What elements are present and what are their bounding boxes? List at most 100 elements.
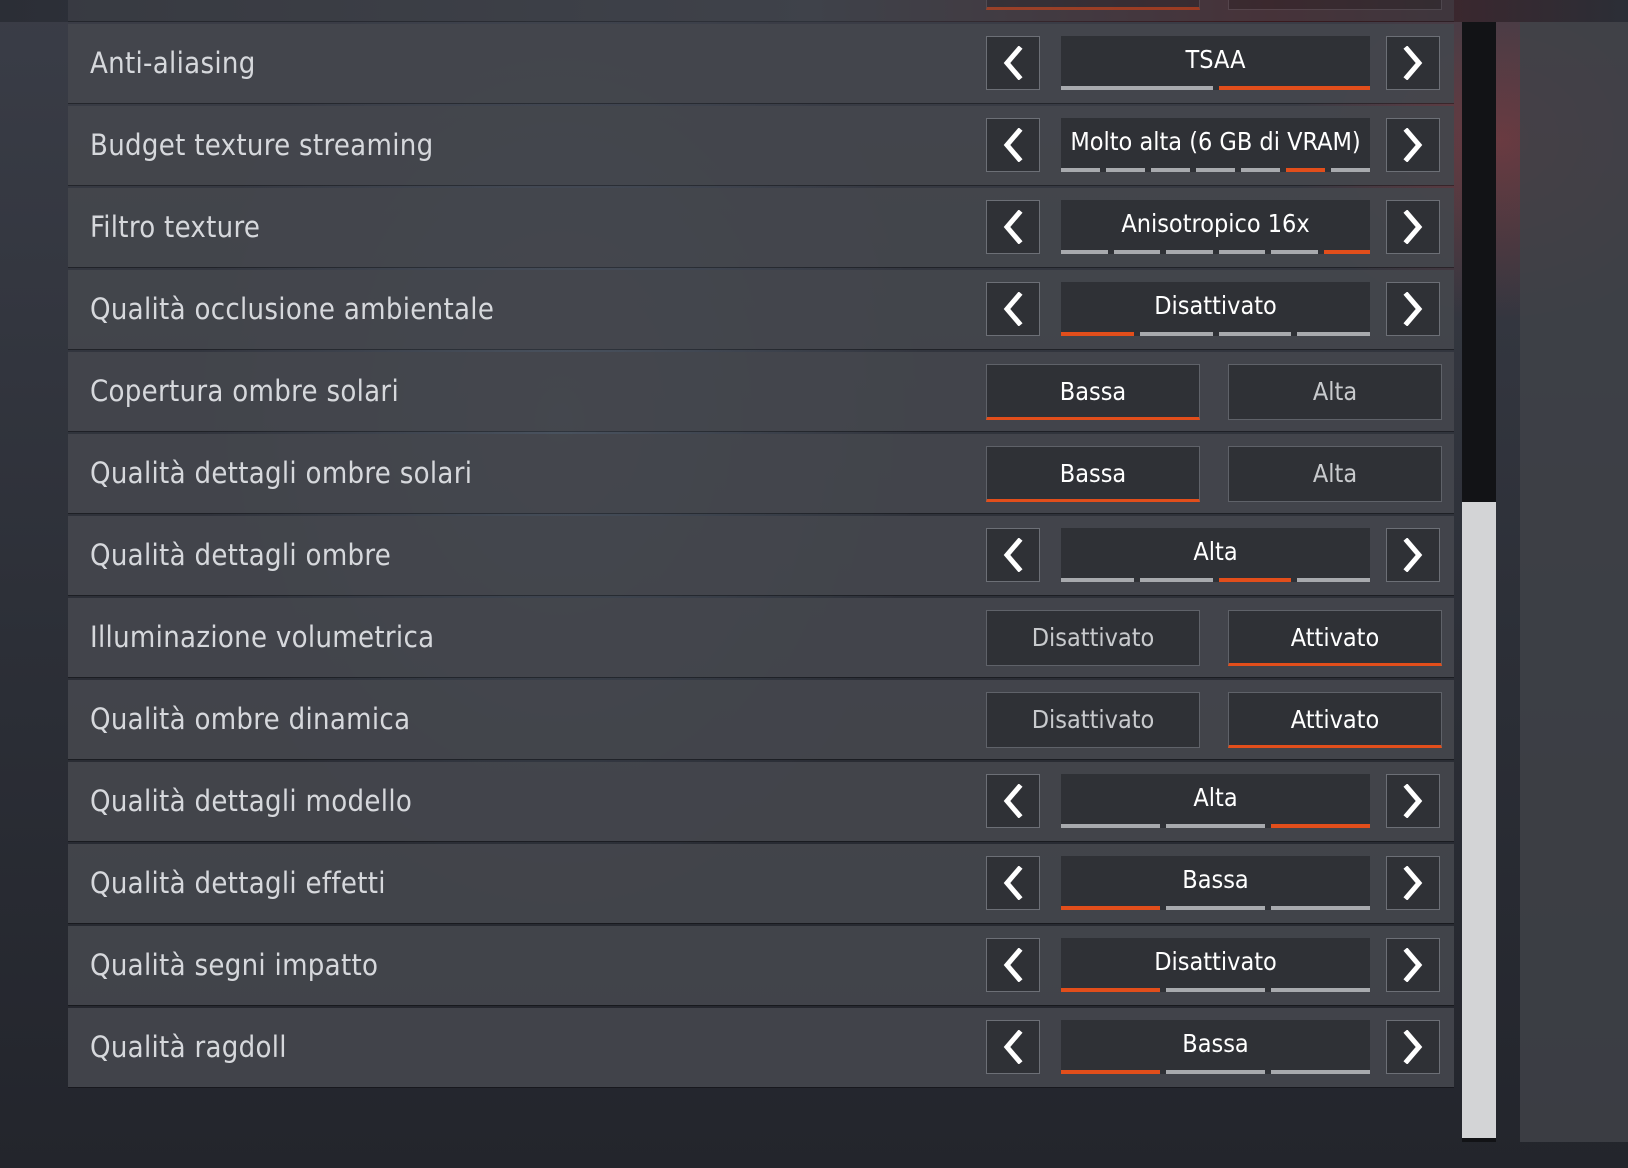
selected-value: Alta [1193,537,1238,566]
next-option-button[interactable] [1386,1020,1440,1074]
next-option-button[interactable] [1386,118,1440,172]
next-option-button[interactable] [1386,200,1440,254]
option-button-attivato[interactable]: Attivato [1228,0,1442,10]
chevron-left-icon [1002,128,1024,162]
previous-option-button[interactable] [986,774,1040,828]
level-segment [1061,168,1100,172]
previous-option-button[interactable] [986,528,1040,582]
option-button-attivato[interactable]: Attivato [1228,610,1442,666]
chevron-left-icon [1002,948,1024,982]
chevron-left-icon [1002,210,1024,244]
option-selector[interactable]: Disattivato [1061,282,1370,336]
next-option-button[interactable] [1386,528,1440,582]
level-indicator [1061,824,1370,828]
next-option-button[interactable] [1386,36,1440,90]
setting-label: Qualità segni impatto [90,948,379,982]
previous-option-button[interactable] [986,938,1040,992]
level-indicator [1061,86,1370,90]
level-indicator [1061,168,1370,172]
setting-row-budget-texture-streaming: Budget texture streaming Molto alta (6 GB… [68,106,1454,185]
option-selector[interactable]: Alta [1061,528,1370,582]
setting-row-qualita-ragdoll: Qualità ragdoll Bassa [68,1008,1454,1087]
level-segment-active [1061,1070,1160,1074]
next-option-button[interactable] [1386,938,1440,992]
level-segment [1297,332,1370,336]
level-segment [1061,250,1108,254]
option-button-alta[interactable]: Alta [1228,364,1442,420]
option-selector[interactable]: Alta [1061,774,1370,828]
setting-label: Copertura ombre solari [90,374,400,408]
chevron-right-icon [1402,128,1424,162]
setting-label: Supercampionamento adattivo [90,0,502,21]
chevron-right-icon [1402,292,1424,326]
level-segment [1218,332,1292,336]
level-segment-active [1061,988,1160,992]
option-button-attivato[interactable]: Attivato [1228,692,1442,748]
level-segment [1271,906,1370,910]
level-segment [1061,824,1160,828]
selected-value: Anisotropico 16x [1121,209,1310,238]
previous-option-button[interactable] [986,1020,1040,1074]
level-indicator [1061,906,1370,910]
level-segment [1271,1070,1370,1074]
level-segment-active [1061,332,1134,336]
level-indicator [1061,578,1370,582]
next-option-button[interactable] [1386,774,1440,828]
level-segment [1061,578,1134,582]
option-selector[interactable]: Bassa [1061,1020,1370,1074]
next-option-button[interactable] [1386,856,1440,910]
option-button-alta[interactable]: Alta [1228,446,1442,502]
level-segment-active [1218,86,1370,90]
option-selector[interactable]: TSAA [1061,36,1370,90]
previous-option-button[interactable] [986,36,1040,90]
option-selector[interactable]: Molto alta (6 GB di VRAM) [1061,118,1370,172]
level-segment [1218,250,1265,254]
level-segment [1166,250,1213,254]
option-button-disattivato[interactable]: Disattivato [986,610,1200,666]
chevron-left-icon [1002,866,1024,900]
chevron-right-icon [1402,46,1424,80]
option-selector[interactable]: Anisotropico 16x [1061,200,1370,254]
option-button-disattivato[interactable]: Disattivato [986,692,1200,748]
setting-row-copertura-ombre-solari: Copertura ombre solari Bassa Alta [68,352,1454,431]
setting-label: Qualità ombre dinamica [90,702,411,736]
chevron-right-icon [1402,866,1424,900]
chevron-left-icon [1002,292,1024,326]
setting-row-qualita-dettagli-modello: Qualità dettagli modello Alta [68,762,1454,841]
setting-row-illuminazione-volumetrica: Illuminazione volumetrica Disattivato Atti… [68,598,1454,677]
option-selector[interactable]: Disattivato [1061,938,1370,992]
scrollbar-thumb[interactable] [1462,502,1496,1138]
level-segment [1139,332,1213,336]
setting-label: Qualità dettagli modello [90,784,413,818]
selected-value: Bassa [1182,865,1249,894]
level-indicator [1061,1070,1370,1074]
level-segment [1139,578,1213,582]
level-indicator [1061,332,1370,336]
setting-label: Qualità dettagli ombre solari [90,456,473,490]
previous-option-button[interactable] [986,856,1040,910]
setting-label: Qualità occlusione ambientale [90,292,495,326]
selected-value: Bassa [1182,1029,1249,1058]
option-button-disattivato[interactable]: Disattivato [986,0,1200,10]
settings-list: Supercampionamento adattivo Disattivato At… [68,0,1454,1090]
option-button-bassa[interactable]: Bassa [986,446,1200,502]
previous-option-button[interactable] [986,282,1040,336]
level-segment [1331,168,1370,172]
level-segment [1297,578,1370,582]
option-button-bassa[interactable]: Bassa [986,364,1200,420]
level-segment [1241,168,1280,172]
setting-row-qualita-dettagli-effetti: Qualità dettagli effetti Bassa [68,844,1454,923]
previous-option-button[interactable] [986,118,1040,172]
next-option-button[interactable] [1386,282,1440,336]
chevron-right-icon [1402,948,1424,982]
option-selector[interactable]: Bassa [1061,856,1370,910]
previous-option-button[interactable] [986,200,1040,254]
setting-row-qualita-dettagli-ombre-solari: Qualità dettagli ombre solari Bassa Alta [68,434,1454,513]
level-indicator [1061,250,1370,254]
setting-label: Anti-aliasing [90,46,256,80]
setting-label: Budget texture streaming [90,128,434,162]
level-segment [1106,168,1145,172]
level-segment [1166,906,1265,910]
level-segment-active [1271,824,1370,828]
setting-row-filtro-texture: Filtro texture Anisotropico 16x [68,188,1454,267]
